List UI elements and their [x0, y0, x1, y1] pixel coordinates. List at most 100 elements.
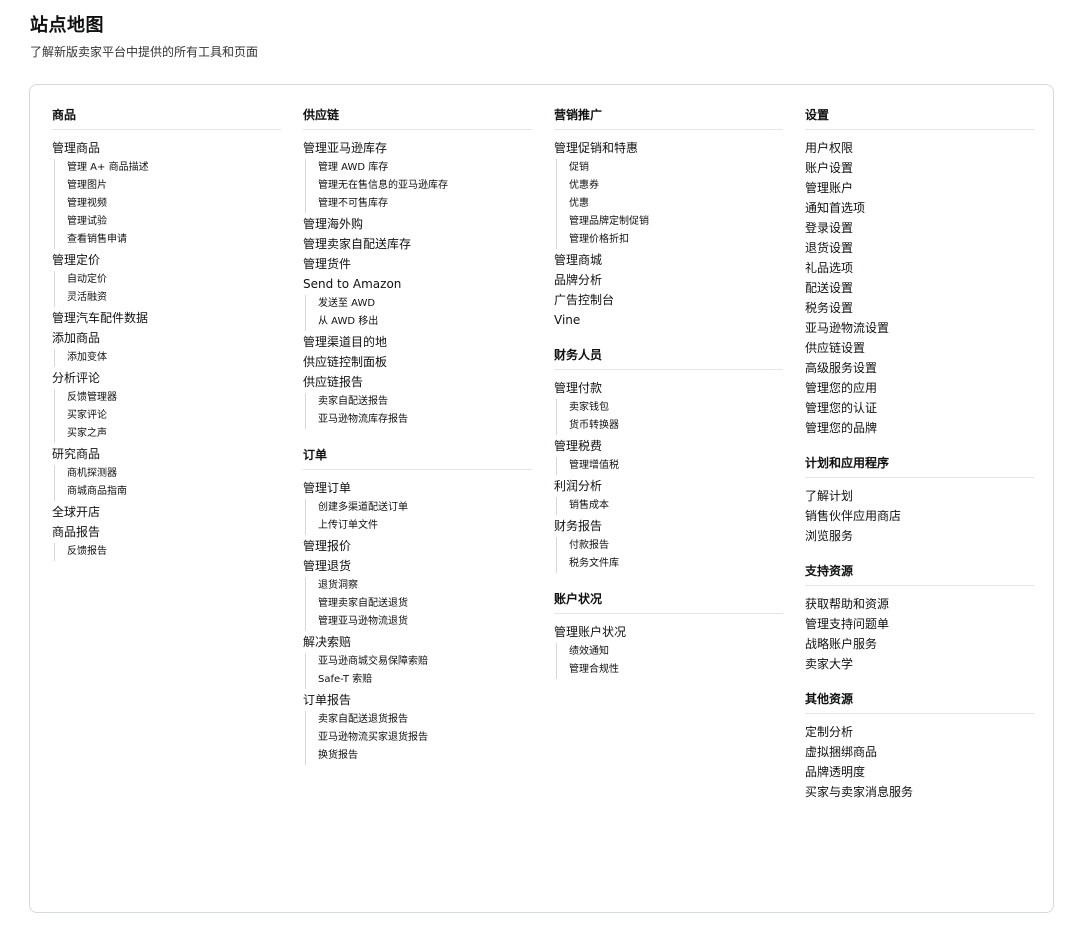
sitemap-link[interactable]: 虚拟捆绑商品 — [805, 743, 1034, 761]
sitemap-sub-link[interactable]: 优惠券 — [569, 177, 783, 195]
sitemap-link[interactable]: 全球开店 — [52, 503, 281, 521]
sitemap-sub-link[interactable]: 商机探测器 — [67, 465, 281, 483]
sitemap-link[interactable]: 管理商品 — [52, 139, 281, 157]
sitemap-sub-link[interactable]: 绩效通知 — [569, 643, 783, 661]
sitemap-link[interactable]: 管理您的应用 — [805, 379, 1034, 397]
sitemap-link[interactable]: 供应链报告 — [303, 373, 532, 391]
sitemap-sub-link[interactable]: 亚马逊物流买家退货报告 — [318, 729, 532, 747]
sitemap-sub-link[interactable]: 促销 — [569, 159, 783, 177]
sitemap-link[interactable]: 供应链设置 — [805, 339, 1034, 357]
sitemap-link[interactable]: 管理卖家自配送库存 — [303, 235, 532, 253]
sitemap-link[interactable]: 分析评论 — [52, 369, 281, 387]
sitemap-link[interactable]: 定制分析 — [805, 723, 1034, 741]
sitemap-sub-link[interactable]: 卖家自配送退货报告 — [318, 711, 532, 729]
sitemap-sub-link[interactable]: 反馈管理器 — [67, 389, 281, 407]
sitemap-link[interactable]: 管理您的品牌 — [805, 419, 1034, 437]
sitemap-sub-link[interactable]: 亚马逊物流库存报告 — [318, 411, 532, 429]
sitemap-sub-link[interactable]: 商城商品指南 — [67, 483, 281, 501]
sitemap-link[interactable]: 研究商品 — [52, 445, 281, 463]
sitemap-link[interactable]: 管理退货 — [303, 557, 532, 575]
sitemap-sub-link[interactable]: 从 AWD 移出 — [318, 313, 532, 331]
sitemap-link[interactable]: 配送设置 — [805, 279, 1034, 297]
sitemap-sub-link[interactable]: 查看销售申请 — [67, 231, 281, 249]
sitemap-sub-link[interactable]: 灵活融资 — [67, 289, 281, 307]
sitemap-sub-link[interactable]: 创建多渠道配送订单 — [318, 499, 532, 517]
sitemap-link[interactable]: 管理报价 — [303, 537, 532, 555]
sitemap-link[interactable]: 通知首选项 — [805, 199, 1034, 217]
sitemap-link[interactable]: 登录设置 — [805, 219, 1034, 237]
sitemap-link[interactable]: 管理促销和特惠 — [554, 139, 783, 157]
sitemap-link[interactable]: Send to Amazon — [303, 275, 532, 293]
sitemap-link[interactable]: 财务报告 — [554, 517, 783, 535]
sitemap-sub-link[interactable]: 添加变体 — [67, 349, 281, 367]
sitemap-sub-link[interactable]: 换货报告 — [318, 747, 532, 765]
sitemap-link[interactable]: 添加商品 — [52, 329, 281, 347]
sitemap-sub-link[interactable]: 优惠 — [569, 195, 783, 213]
sitemap-link[interactable]: 高级服务设置 — [805, 359, 1034, 377]
sitemap-link[interactable]: 管理汽车配件数据 — [52, 309, 281, 327]
sitemap-link[interactable]: 税务设置 — [805, 299, 1034, 317]
sitemap-sub-link[interactable]: 买家之声 — [67, 425, 281, 443]
sitemap-link[interactable]: 管理税费 — [554, 437, 783, 455]
sitemap-link[interactable]: 订单报告 — [303, 691, 532, 709]
sitemap-link[interactable]: 账户设置 — [805, 159, 1034, 177]
sitemap-sub-link[interactable]: 亚马逊商城交易保障索赔 — [318, 653, 532, 671]
sitemap-link[interactable]: 品牌分析 — [554, 271, 783, 289]
sitemap-link[interactable]: 卖家大学 — [805, 655, 1034, 673]
sitemap-sub-link[interactable]: 管理价格折扣 — [569, 231, 783, 249]
sitemap-link[interactable]: 管理海外购 — [303, 215, 532, 233]
sitemap-sub-link[interactable]: 卖家自配送报告 — [318, 393, 532, 411]
sitemap-link[interactable]: 管理账户 — [805, 179, 1034, 197]
sitemap-link[interactable]: 管理支持问题单 — [805, 615, 1034, 633]
sitemap-sub-link[interactable]: 付款报告 — [569, 537, 783, 555]
sitemap-sub-link[interactable]: Safe-T 索赔 — [318, 671, 532, 689]
sitemap-sub-link[interactable]: 管理增值税 — [569, 457, 783, 475]
sitemap-sub-link[interactable]: 管理合规性 — [569, 661, 783, 679]
sitemap-link[interactable]: 销售伙伴应用商店 — [805, 507, 1034, 525]
sitemap-link[interactable]: 管理渠道目的地 — [303, 333, 532, 351]
sitemap-link[interactable]: 亚马逊物流设置 — [805, 319, 1034, 337]
sitemap-link[interactable]: 解决索赔 — [303, 633, 532, 651]
sitemap-link[interactable]: 战略账户服务 — [805, 635, 1034, 653]
sitemap-link[interactable]: 管理亚马逊库存 — [303, 139, 532, 157]
sitemap-sub-link[interactable]: 管理试验 — [67, 213, 281, 231]
sitemap-link[interactable]: 利润分析 — [554, 477, 783, 495]
sitemap-sub-link[interactable]: 管理亚马逊物流退货 — [318, 613, 532, 631]
sitemap-sub-link[interactable]: 销售成本 — [569, 497, 783, 515]
sitemap-sub-link[interactable]: 税务文件库 — [569, 555, 783, 573]
sitemap-sub-link[interactable]: 上传订单文件 — [318, 517, 532, 535]
sitemap-sub-link[interactable]: 管理 A+ 商品描述 — [67, 159, 281, 177]
sitemap-link[interactable]: 商品报告 — [52, 523, 281, 541]
sitemap-sub-link[interactable]: 反馈报告 — [67, 543, 281, 561]
sitemap-link[interactable]: 广告控制台 — [554, 291, 783, 309]
sitemap-link[interactable]: 获取帮助和资源 — [805, 595, 1034, 613]
sitemap-sub-link[interactable]: 管理无在售信息的亚马逊库存 — [318, 177, 532, 195]
sitemap-link[interactable]: 了解计划 — [805, 487, 1034, 505]
sitemap-sub-link[interactable]: 管理卖家自配送退货 — [318, 595, 532, 613]
sitemap-sub-link[interactable]: 管理 AWD 库存 — [318, 159, 532, 177]
sitemap-sub-link[interactable]: 管理图片 — [67, 177, 281, 195]
sitemap-link[interactable]: 管理付款 — [554, 379, 783, 397]
sitemap-sub-link[interactable]: 卖家钱包 — [569, 399, 783, 417]
sitemap-link[interactable]: 品牌透明度 — [805, 763, 1034, 781]
sitemap-link[interactable]: 用户权限 — [805, 139, 1034, 157]
sitemap-link[interactable]: Vine — [554, 311, 783, 329]
sitemap-link[interactable]: 浏览服务 — [805, 527, 1034, 545]
sitemap-link[interactable]: 管理订单 — [303, 479, 532, 497]
sitemap-link[interactable]: 买家与卖家消息服务 — [805, 783, 1034, 801]
sitemap-sub-link[interactable]: 管理视频 — [67, 195, 281, 213]
sitemap-link[interactable]: 礼品选项 — [805, 259, 1034, 277]
sitemap-sub-link[interactable]: 管理不可售库存 — [318, 195, 532, 213]
sitemap-sub-link[interactable]: 发送至 AWD — [318, 295, 532, 313]
sitemap-link[interactable]: 管理您的认证 — [805, 399, 1034, 417]
sitemap-sub-link[interactable]: 货币转换器 — [569, 417, 783, 435]
sitemap-link[interactable]: 管理货件 — [303, 255, 532, 273]
sitemap-sub-link[interactable]: 自动定价 — [67, 271, 281, 289]
sitemap-link[interactable]: 管理定价 — [52, 251, 281, 269]
sitemap-link[interactable]: 管理账户状况 — [554, 623, 783, 641]
sitemap-sub-link[interactable]: 买家评论 — [67, 407, 281, 425]
sitemap-link[interactable]: 退货设置 — [805, 239, 1034, 257]
sitemap-link[interactable]: 供应链控制面板 — [303, 353, 532, 371]
sitemap-sub-link[interactable]: 退货洞察 — [318, 577, 532, 595]
sitemap-sub-link[interactable]: 管理品牌定制促销 — [569, 213, 783, 231]
